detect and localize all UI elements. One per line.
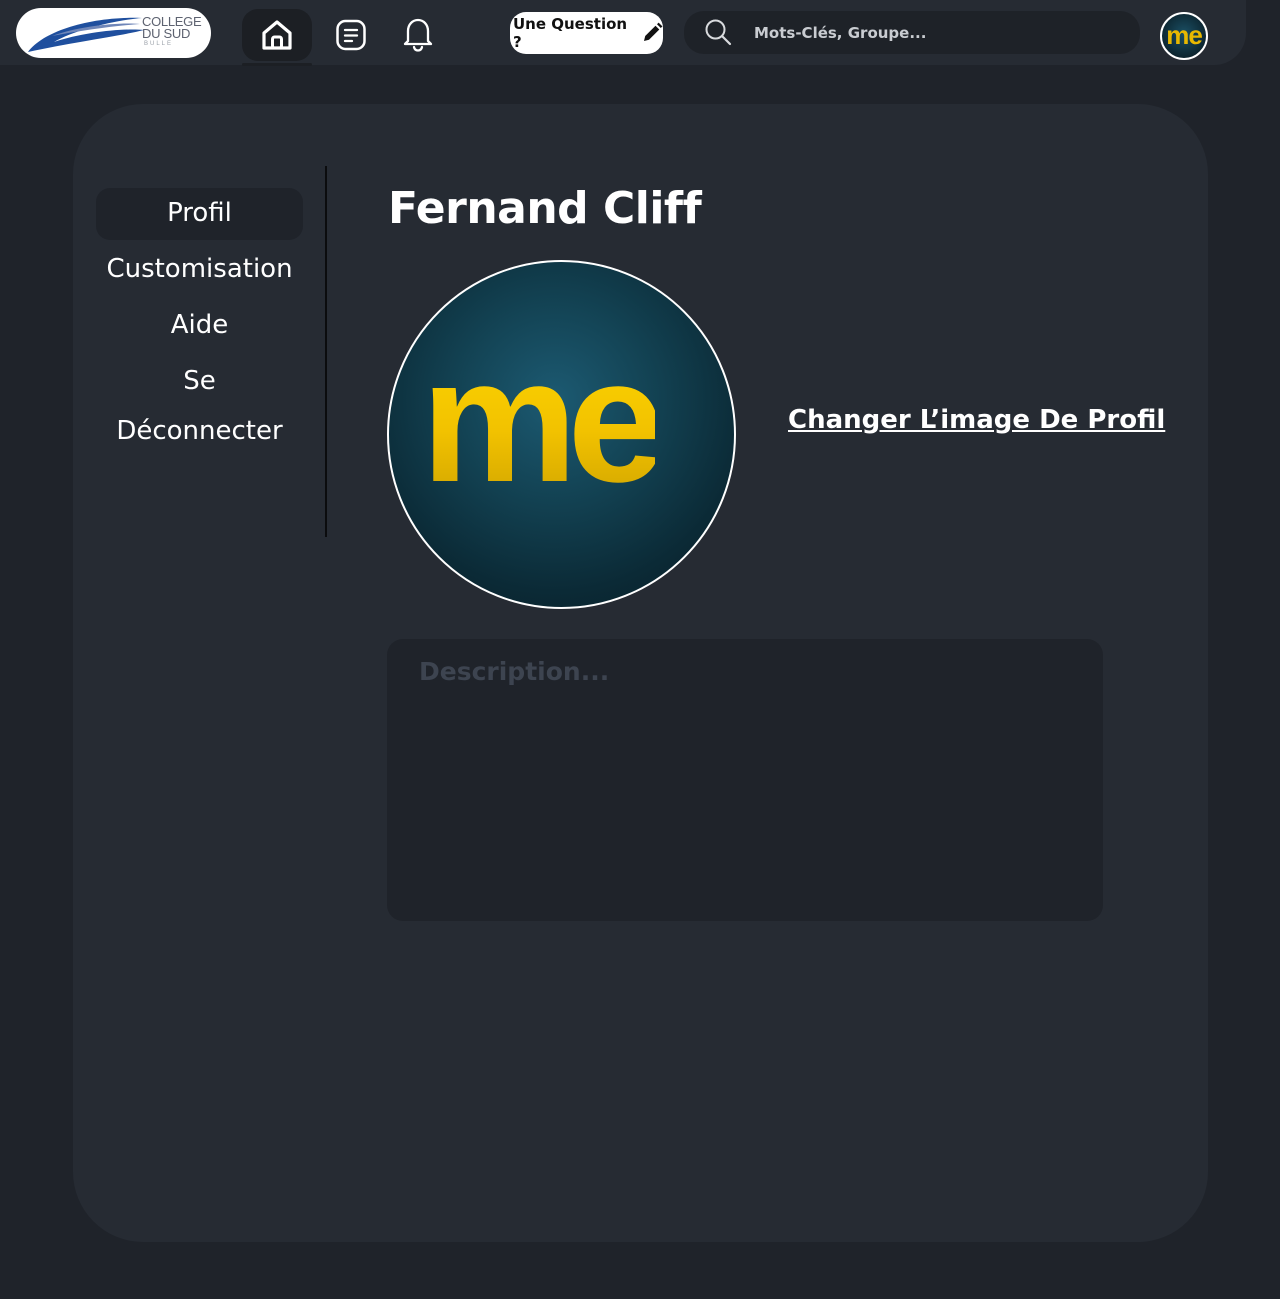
top-navigation-bar: COLLEGE DU SUD BULLE Une Question ? Mots… [0, 0, 1246, 66]
sidebar-item-customisation[interactable]: Customisation [96, 244, 303, 296]
list-icon [336, 19, 366, 51]
sidebar-item-se-deconnecter[interactable]: Se Déconnecter [96, 356, 303, 446]
pencil-icon [641, 22, 663, 44]
posts-nav-button[interactable] [333, 17, 369, 53]
change-profile-image-link[interactable]: Changer L’image De Profil [788, 405, 1165, 435]
sidebar-divider [325, 166, 327, 537]
search-icon[interactable] [704, 18, 732, 50]
logo-text-du-sud: DU SUD [142, 26, 191, 41]
bell-icon [403, 18, 433, 52]
settings-sidebar: Profil Customisation Aide Se Déconnecter [96, 188, 303, 446]
notifications-nav-button[interactable] [398, 14, 438, 54]
ask-question-label: Une Question ? [513, 15, 628, 51]
ask-question-button[interactable]: Une Question ? [510, 12, 663, 54]
logo-swoosh-icon [28, 17, 144, 52]
profile-picture: me [387, 260, 736, 609]
college-logo[interactable]: COLLEGE DU SUD BULLE [16, 8, 211, 58]
search-bar [684, 11, 1140, 54]
search-input[interactable] [754, 11, 1124, 54]
home-icon [262, 20, 292, 50]
home-active-indicator [242, 63, 312, 66]
home-nav-button[interactable] [242, 9, 312, 61]
sidebar-item-profil[interactable]: Profil [96, 188, 303, 240]
logo-text-bulle: BULLE [144, 41, 174, 47]
avatar-logo-text: me [1166, 19, 1203, 50]
description-textarea[interactable] [387, 639, 1103, 921]
profile-name: Fernand Cliff [388, 183, 702, 234]
profile-picture-logo-text: me [421, 320, 665, 522]
sidebar-item-aide[interactable]: Aide [96, 300, 303, 352]
user-avatar-button[interactable]: me [1160, 12, 1208, 60]
